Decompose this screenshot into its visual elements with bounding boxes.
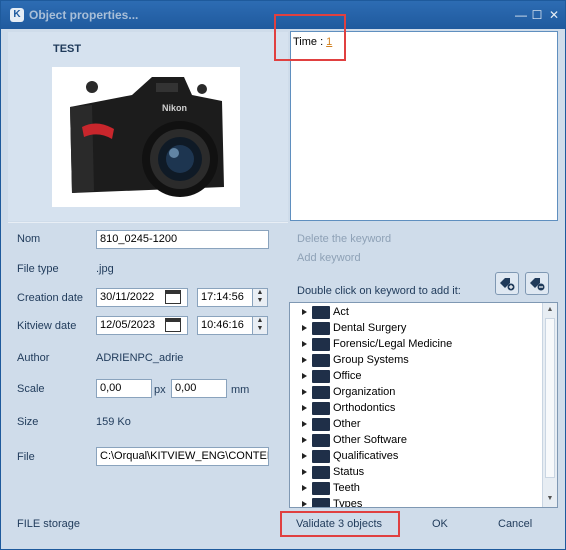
expand-arrow-icon[interactable] (302, 341, 307, 347)
scroll-up-icon[interactable]: ▲ (543, 303, 557, 317)
tree-item-label: Qualificatives (333, 450, 399, 462)
expand-arrow-icon[interactable] (302, 421, 307, 427)
file-label: File (17, 451, 35, 463)
divider (8, 222, 288, 223)
kitview-date-label: Kitview date (17, 320, 77, 332)
storage-label: FILE storage (17, 518, 80, 530)
expand-arrow-icon[interactable] (302, 501, 307, 507)
kitview-time-field[interactable]: 10:46:16 (197, 316, 254, 335)
author-value: ADRIENPC_adrie (96, 352, 184, 364)
expand-arrow-icon[interactable] (302, 373, 307, 379)
calendar-icon[interactable] (165, 290, 181, 304)
expand-arrow-icon[interactable] (302, 469, 307, 475)
ok-button[interactable]: OK (432, 518, 448, 530)
validate-highlight-box (280, 511, 400, 537)
folder-icon (312, 402, 330, 415)
add-keyword-button[interactable] (495, 272, 519, 295)
app-icon: K (10, 8, 24, 22)
keyword-hint: Double click on keyword to add it: (297, 285, 461, 297)
object-thumbnail: Nikon (52, 67, 240, 207)
tree-item-label: Status (333, 466, 365, 478)
tree-item-label: Other (333, 418, 361, 430)
tree-item-label: Dental Surgery (333, 322, 407, 334)
cancel-button[interactable]: Cancel (498, 518, 532, 530)
keyword-tree[interactable]: Act Dental Surgery Forensic/Legal Medicine… (289, 302, 558, 508)
folder-icon (312, 482, 330, 495)
folder-icon (312, 354, 330, 367)
folder-icon (312, 370, 330, 383)
svg-text:Nikon: Nikon (162, 103, 187, 113)
creation-time-spinner[interactable]: ▲ ▼ (252, 288, 268, 307)
add-keyword-icon (500, 278, 515, 291)
scale-unit-mm: mm (231, 384, 250, 396)
folder-icon (312, 418, 330, 431)
add-keyword-link[interactable]: Add keyword (297, 252, 361, 264)
scale-x-field[interactable]: 0,00 (96, 379, 152, 398)
folder-icon (312, 322, 330, 335)
expand-arrow-icon[interactable] (302, 453, 307, 459)
expand-arrow-icon[interactable] (302, 309, 307, 315)
folder-icon (312, 434, 330, 447)
close-icon[interactable]: ✕ (546, 7, 562, 23)
remove-keyword-button[interactable] (525, 272, 549, 295)
camera-photo-icon: Nikon (52, 67, 240, 207)
scale-label: Scale (17, 383, 45, 395)
size-value: 159 Ko (96, 416, 131, 428)
tree-item-label: Act (333, 306, 349, 318)
object-name: TEST (53, 43, 82, 55)
minimize-icon[interactable]: — (513, 7, 529, 23)
filetype-label: File type (17, 263, 59, 275)
maximize-icon[interactable]: ☐ (529, 7, 545, 23)
tree-scrollbar[interactable]: ▲ ▼ (542, 303, 557, 507)
delete-keyword-link[interactable]: Delete the keyword (297, 233, 391, 245)
creation-time-field[interactable]: 17:14:56 (197, 288, 254, 307)
tree-item-label: Orthodontics (333, 402, 396, 414)
tree-item-label: Forensic/Legal Medicine (333, 338, 453, 350)
folder-icon (312, 306, 330, 319)
tree-item-label: Group Systems (333, 354, 409, 366)
kitview-time-spinner[interactable]: ▲ ▼ (252, 316, 268, 335)
expand-arrow-icon[interactable] (302, 389, 307, 395)
scale-y-field[interactable]: 0,00 (171, 379, 227, 398)
expand-arrow-icon[interactable] (302, 437, 307, 443)
tree-item-label: Organization (333, 386, 396, 398)
expand-arrow-icon[interactable] (302, 485, 307, 491)
filetype-value: .jpg (96, 263, 114, 275)
file-path-field[interactable]: C:\Orqual\KITVIEW_ENG\CONTENT (96, 447, 269, 466)
author-label: Author (17, 352, 50, 364)
preview-panel: TEST Nikon (8, 32, 288, 221)
remove-keyword-icon (530, 278, 545, 291)
window-title: Object properties... (29, 8, 139, 22)
expand-arrow-icon[interactable] (302, 405, 307, 411)
tree-item-label: Teeth (333, 482, 360, 494)
nom-label: Nom (17, 233, 41, 245)
tree-item-label: Office (333, 370, 362, 382)
tree-item-label: Other Software (333, 434, 407, 446)
scale-unit-px: px (154, 384, 166, 396)
size-label: Size (17, 416, 39, 428)
calendar-icon[interactable] (165, 318, 181, 332)
tree-item-label: Types (333, 498, 363, 508)
folder-icon (312, 450, 330, 463)
scroll-thumb[interactable] (545, 318, 555, 478)
creation-date-label: Creation date (17, 292, 84, 304)
nom-field[interactable]: 810_0245-1200 (96, 230, 269, 249)
folder-icon (312, 498, 330, 507)
object-properties-window: K Object properties... — ☐ ✕ TEST Nikon (0, 0, 566, 550)
folder-icon (312, 386, 330, 399)
folder-icon (312, 466, 330, 479)
folder-icon (312, 338, 330, 351)
expand-arrow-icon[interactable] (302, 357, 307, 363)
expand-arrow-icon[interactable] (302, 325, 307, 331)
scroll-down-icon[interactable]: ▼ (543, 492, 557, 506)
time-highlight-box (274, 14, 346, 61)
